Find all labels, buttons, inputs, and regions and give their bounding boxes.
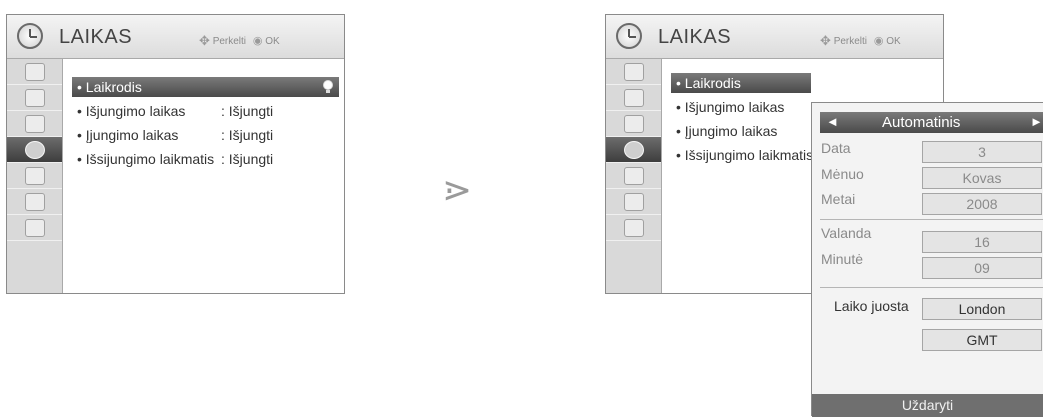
month-field[interactable]: Kovas (922, 167, 1042, 189)
move-icon: ✥ (820, 33, 831, 48)
hour-field[interactable]: 16 (922, 231, 1042, 253)
sidebar-item-input[interactable] (606, 215, 661, 241)
menu-item-clock[interactable]: • Laikrodis (671, 73, 811, 93)
picture-icon (25, 63, 45, 81)
navigation-hint: ✥ Perkelti ◉ OK (820, 33, 901, 49)
left-arrow-icon[interactable]: ◄ (826, 114, 839, 129)
navigation-hint: ✥ Perkelti ◉ OK (199, 33, 280, 49)
menu-item-value: : Išjungti (221, 127, 274, 143)
display-icon (624, 89, 644, 107)
time-menu-left: LAIKAS ✥ Perkelti ◉ OK • Laikrodis • Išj… (6, 14, 345, 294)
option-icon (25, 193, 45, 211)
divider (820, 219, 1043, 220)
time-icon (25, 141, 45, 159)
display-icon (25, 89, 45, 107)
sidebar-item-picture[interactable] (606, 59, 661, 85)
menu-item-label: • Laikrodis (676, 75, 741, 91)
minute-field[interactable]: 09 (922, 257, 1042, 279)
category-sidebar (7, 59, 63, 293)
hint-ok-label: OK (886, 36, 901, 47)
bulb-icon (323, 80, 333, 93)
option-icon (624, 193, 644, 211)
sidebar-item-input[interactable] (7, 215, 62, 241)
audio-icon (624, 115, 644, 133)
category-sidebar (606, 59, 662, 293)
menu-header: LAIKAS ✥ Perkelti ◉ OK (606, 15, 943, 59)
menu-header: LAIKAS ✥ Perkelti ◉ OK (7, 15, 344, 59)
minute-label: Minutė (821, 251, 864, 267)
menu-item-label: • Įjungimo laikas (77, 127, 179, 143)
year-label: Metai (821, 191, 856, 207)
sidebar-item-lock[interactable] (7, 163, 62, 189)
menu-item-label: • Išjungimo laikas (77, 103, 186, 119)
menu-item-clock[interactable]: • Laikrodis (72, 77, 339, 97)
menu-item-label: • Laikrodis (77, 79, 142, 95)
audio-icon (25, 115, 45, 133)
sidebar-item-display[interactable] (7, 85, 62, 111)
next-step-arrow: ⋗ (442, 169, 473, 210)
time-icon (624, 141, 644, 159)
right-arrow-icon[interactable]: ► (1030, 114, 1043, 129)
hint-move-label: Perkelti (212, 36, 247, 47)
menu-title: LAIKAS (59, 26, 133, 48)
menu-item-value: : Išjungti (221, 103, 274, 119)
input-icon (25, 219, 45, 237)
close-button[interactable]: Uždaryti (812, 394, 1043, 417)
clock-icon (17, 23, 43, 49)
ok-icon: ◉ (252, 35, 263, 47)
menu-item-label: • Išjungimo laikas (676, 99, 785, 115)
sidebar-item-lock[interactable] (606, 163, 661, 189)
lock-icon (25, 167, 45, 185)
date-field[interactable]: 3 (922, 141, 1042, 163)
ok-icon: ◉ (873, 35, 884, 47)
divider (820, 287, 1043, 288)
month-label: Mėnuo (821, 166, 864, 182)
offset-field[interactable]: GMT (922, 329, 1042, 351)
menu-item-label: • Išsijungimo laikmatis (676, 147, 814, 163)
date-label: Data (821, 140, 851, 156)
menu-item-value: : Išjungti (221, 151, 274, 167)
sidebar-item-audio[interactable] (606, 111, 661, 137)
sidebar-item-option[interactable] (7, 189, 62, 215)
hour-label: Valanda (821, 225, 872, 241)
lock-icon (624, 167, 644, 185)
input-icon (624, 219, 644, 237)
picture-icon (624, 63, 644, 81)
move-icon: ✥ (199, 33, 210, 48)
menu-title: LAIKAS (658, 26, 732, 48)
menu-item-label: • Įjungimo laikas (676, 123, 778, 139)
sidebar-item-audio[interactable] (7, 111, 62, 137)
sidebar-item-time[interactable] (606, 137, 661, 163)
sidebar-item-picture[interactable] (7, 59, 62, 85)
clock-settings-popup: ◄ Automatinis ► Data 3 Mėnuo Kovas Metai… (811, 102, 1043, 417)
timezone-label: Laiko juosta (834, 298, 909, 314)
hint-move-label: Perkelti (833, 36, 868, 47)
sidebar-item-display[interactable] (606, 85, 661, 111)
clock-icon (616, 23, 642, 49)
timezone-field[interactable]: London (922, 298, 1042, 320)
sidebar-item-time[interactable] (7, 137, 62, 163)
year-field[interactable]: 2008 (922, 193, 1042, 215)
sidebar-item-option[interactable] (606, 189, 661, 215)
hint-ok-label: OK (265, 36, 280, 47)
menu-item-label: • Išsijungimo laikmatis (77, 151, 215, 167)
mode-selector[interactable]: ◄ Automatinis ► (820, 112, 1043, 133)
mode-value: Automatinis (882, 114, 961, 131)
